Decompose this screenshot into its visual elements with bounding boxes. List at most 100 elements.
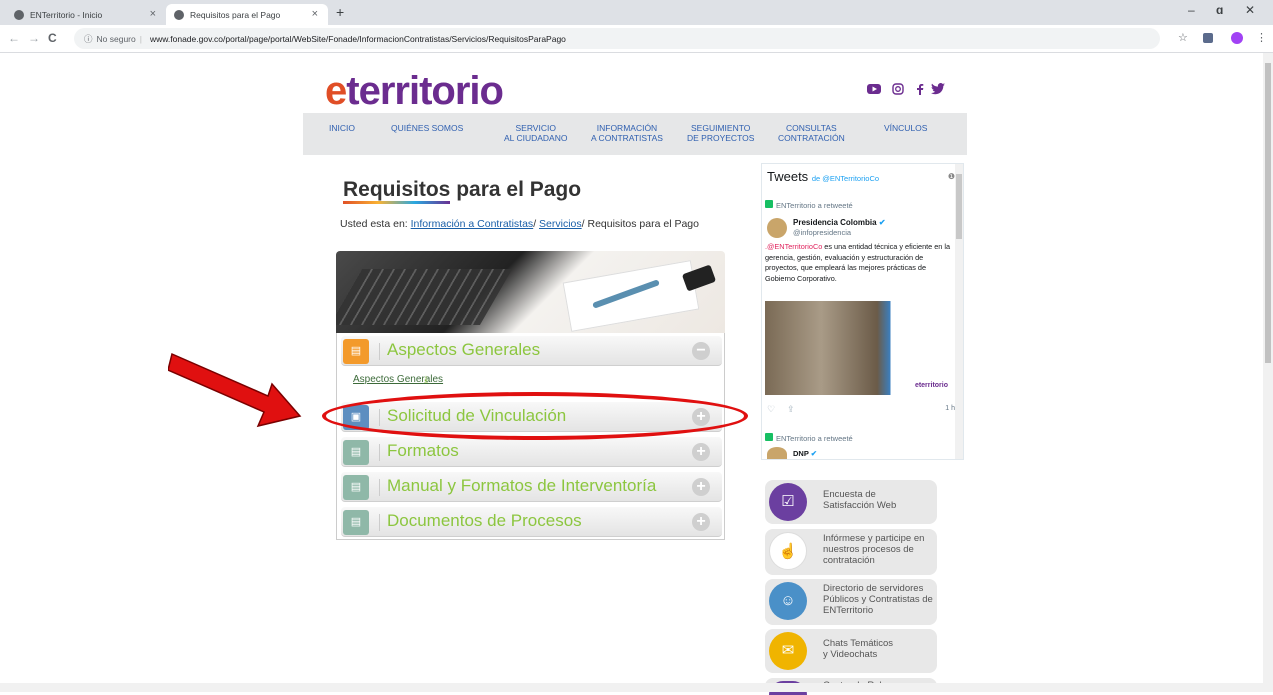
close-icon[interactable]: ×: [150, 8, 156, 20]
accordion-documentos-procesos[interactable]: ▤ Documentos de Procesos +: [341, 507, 722, 537]
title-accent: Requisitos: [343, 178, 451, 204]
accordion-formatos[interactable]: ▤ Formatos +: [341, 437, 722, 467]
keyboard-shape: [336, 269, 513, 325]
nav-vinculos[interactable]: VÍNCULOS: [884, 123, 927, 133]
tweet-text: .@ENTerritorioCo es una entidad técnica …: [765, 242, 955, 284]
nav-consultas-contratacion[interactable]: CONSULTAS CONTRATACIÓN: [778, 123, 845, 143]
reload-button[interactable]: C: [48, 31, 57, 45]
scrollbar-thumb[interactable]: [956, 174, 962, 239]
scrollbar-thumb[interactable]: [1265, 63, 1271, 363]
twitter-icon[interactable]: [931, 83, 945, 95]
nav-inicio[interactable]: INICIO: [329, 123, 355, 133]
accordion-separator: [379, 479, 380, 496]
avatar[interactable]: [767, 447, 787, 459]
retweet-label: ENTerritorio a retweeté: [765, 433, 853, 443]
collapse-icon[interactable]: −: [692, 342, 710, 360]
tweet-image[interactable]: Una entidad cuyo sello es la transparenc…: [765, 301, 952, 395]
window-close-button[interactable]: ✕: [1245, 3, 1255, 17]
minimize-button[interactable]: –: [1188, 3, 1195, 17]
tweet-image-text: Una entidad cuyo sello es la transparenc…: [898, 325, 944, 352]
nav-informacion-contratistas[interactable]: INFORMACIÓN A CONTRATISTAS: [591, 123, 663, 143]
people-icon: ☺: [769, 582, 807, 620]
site-header: eterritorio Empresa Nacional Promotora d…: [303, 63, 967, 118]
logo-text: territorio: [346, 69, 504, 113]
url-field[interactable]: ⓘ No seguro | www.fonade.gov.co/portal/p…: [74, 28, 1160, 49]
accordion-label: Aspectos Generales: [387, 340, 541, 359]
instagram-icon[interactable]: [891, 83, 905, 95]
horizontal-scrollbar[interactable]: [0, 683, 1263, 692]
accordion-separator: [379, 514, 380, 531]
info-icon[interactable]: ⓘ: [84, 33, 93, 45]
retweet-text: ENTerritorio a retweeté: [776, 434, 853, 443]
info-icon[interactable]: ❶: [948, 172, 955, 181]
red-arrow-icon: [168, 352, 302, 428]
youtube-icon[interactable]: [867, 83, 881, 95]
nav-seguimiento-proyectos[interactable]: SEGUIMIENTO DE PROYECTOS: [687, 123, 754, 143]
site-logo[interactable]: eterritorio: [325, 69, 504, 113]
procesos-contratacion-button[interactable]: ☝ Infórmese y participe en nuestros proc…: [765, 529, 937, 575]
chat-icon: ✉: [769, 632, 807, 670]
tweet-time[interactable]: 1 h: [945, 405, 955, 412]
tweet-handle[interactable]: @infopresidencia: [793, 228, 851, 237]
breadcrumb-link-contratistas[interactable]: Información a Contratistas: [411, 218, 534, 230]
facebook-icon[interactable]: [913, 83, 927, 95]
aspectos-generales-link[interactable]: Aspectos Generales: [353, 374, 443, 385]
share-icon[interactable]: ⇪: [787, 404, 795, 415]
twitter-title: Tweets: [767, 169, 809, 184]
tweet-mention[interactable]: .@ENTerritorioCo: [765, 242, 822, 251]
accordion-label: Manual y Formatos de Interventoría: [387, 476, 657, 495]
address-bar: ← → C ⓘ No seguro | www.fonade.gov.co/po…: [0, 25, 1273, 53]
accordion-manual-formatos[interactable]: ▤ Manual y Formatos de Interventoría +: [341, 472, 722, 502]
tab-requisitos-pago[interactable]: Requisitos para el Pago ×: [166, 4, 328, 25]
accordion-separator: [379, 343, 380, 360]
twitter-scrollbar[interactable]: [955, 164, 963, 459]
star-icon[interactable]: ☆: [1178, 31, 1188, 44]
accordion-aspectos-generales[interactable]: ▤ Aspectos Generales −: [341, 336, 722, 366]
tweet-author[interactable]: Presidencia Colombia ✔: [793, 218, 886, 227]
avatar[interactable]: [767, 218, 787, 238]
directorio-button[interactable]: ☺ Directorio de servidores Públicos y Co…: [765, 579, 937, 625]
retweet-icon: [765, 200, 773, 208]
new-tab-button[interactable]: +: [336, 4, 344, 20]
expand-icon[interactable]: +: [692, 443, 710, 461]
side-button-label: Directorio de servidores Públicos y Cont…: [823, 583, 933, 616]
hand-click-icon: ☝: [769, 532, 807, 570]
tweet-author[interactable]: DNP ✔: [793, 449, 817, 458]
like-icon[interactable]: ♡: [767, 404, 775, 415]
close-icon[interactable]: ×: [312, 8, 318, 20]
retweet-icon: [765, 433, 773, 441]
forward-button[interactable]: →: [28, 31, 40, 45]
maximize-button[interactable]: ɑ: [1216, 3, 1223, 17]
twitter-timeline: Tweets de @ENTerritorioCo ❶ ENTerritorio…: [761, 163, 964, 460]
expand-icon[interactable]: +: [692, 478, 710, 496]
url-divider: |: [139, 33, 142, 44]
breadcrumb-current: Requisitos para el Pago: [587, 218, 699, 230]
twitter-header: Tweets de @ENTerritorioCo: [767, 169, 879, 184]
tweet-author-name: Presidencia Colombia: [793, 218, 877, 227]
chats-button[interactable]: ✉ Chats Temáticos y Videochats: [765, 629, 937, 673]
twitter-account-link[interactable]: de @ENTerritorioCo: [812, 174, 879, 183]
back-button[interactable]: ←: [8, 31, 20, 45]
nav-servicio-ciudadano[interactable]: SERVICIO AL CIUDADANO: [504, 123, 567, 143]
extension-icon[interactable]: [1203, 33, 1213, 43]
verified-icon: ✔: [878, 218, 886, 227]
highlight-ellipse: [322, 392, 748, 440]
encuesta-button[interactable]: ☑ Encuesta de Satisfacción Web: [765, 480, 937, 524]
tab-label: ENTerritorio - Inicio: [30, 9, 103, 20]
profile-avatar[interactable]: [1231, 32, 1243, 44]
document-icon: ▤: [343, 440, 369, 465]
browser-tab-bar: ENTerritorio - Inicio × Requisitos para …: [0, 0, 1273, 25]
breadcrumb-link-servicios[interactable]: Servicios: [539, 218, 582, 230]
expand-icon[interactable]: +: [692, 513, 710, 531]
side-button-label: Chats Temáticos y Videochats: [823, 638, 894, 660]
download-icon[interactable]: ⤓: [424, 374, 428, 385]
page-title-text: Requisitos para el Pago: [343, 178, 581, 204]
page-scrollbar[interactable]: [1263, 53, 1273, 692]
globe-icon: [174, 9, 184, 20]
menu-icon[interactable]: ⋮: [1256, 31, 1267, 44]
document-icon: ▤: [343, 510, 369, 535]
tab-enterritorio-inicio[interactable]: ENTerritorio - Inicio ×: [6, 4, 166, 25]
accordion-separator: [379, 444, 380, 461]
breadcrumb: Usted esta en: Información a Contratista…: [340, 218, 699, 230]
nav-quienes-somos[interactable]: QUIÉNES SOMOS: [391, 123, 463, 133]
